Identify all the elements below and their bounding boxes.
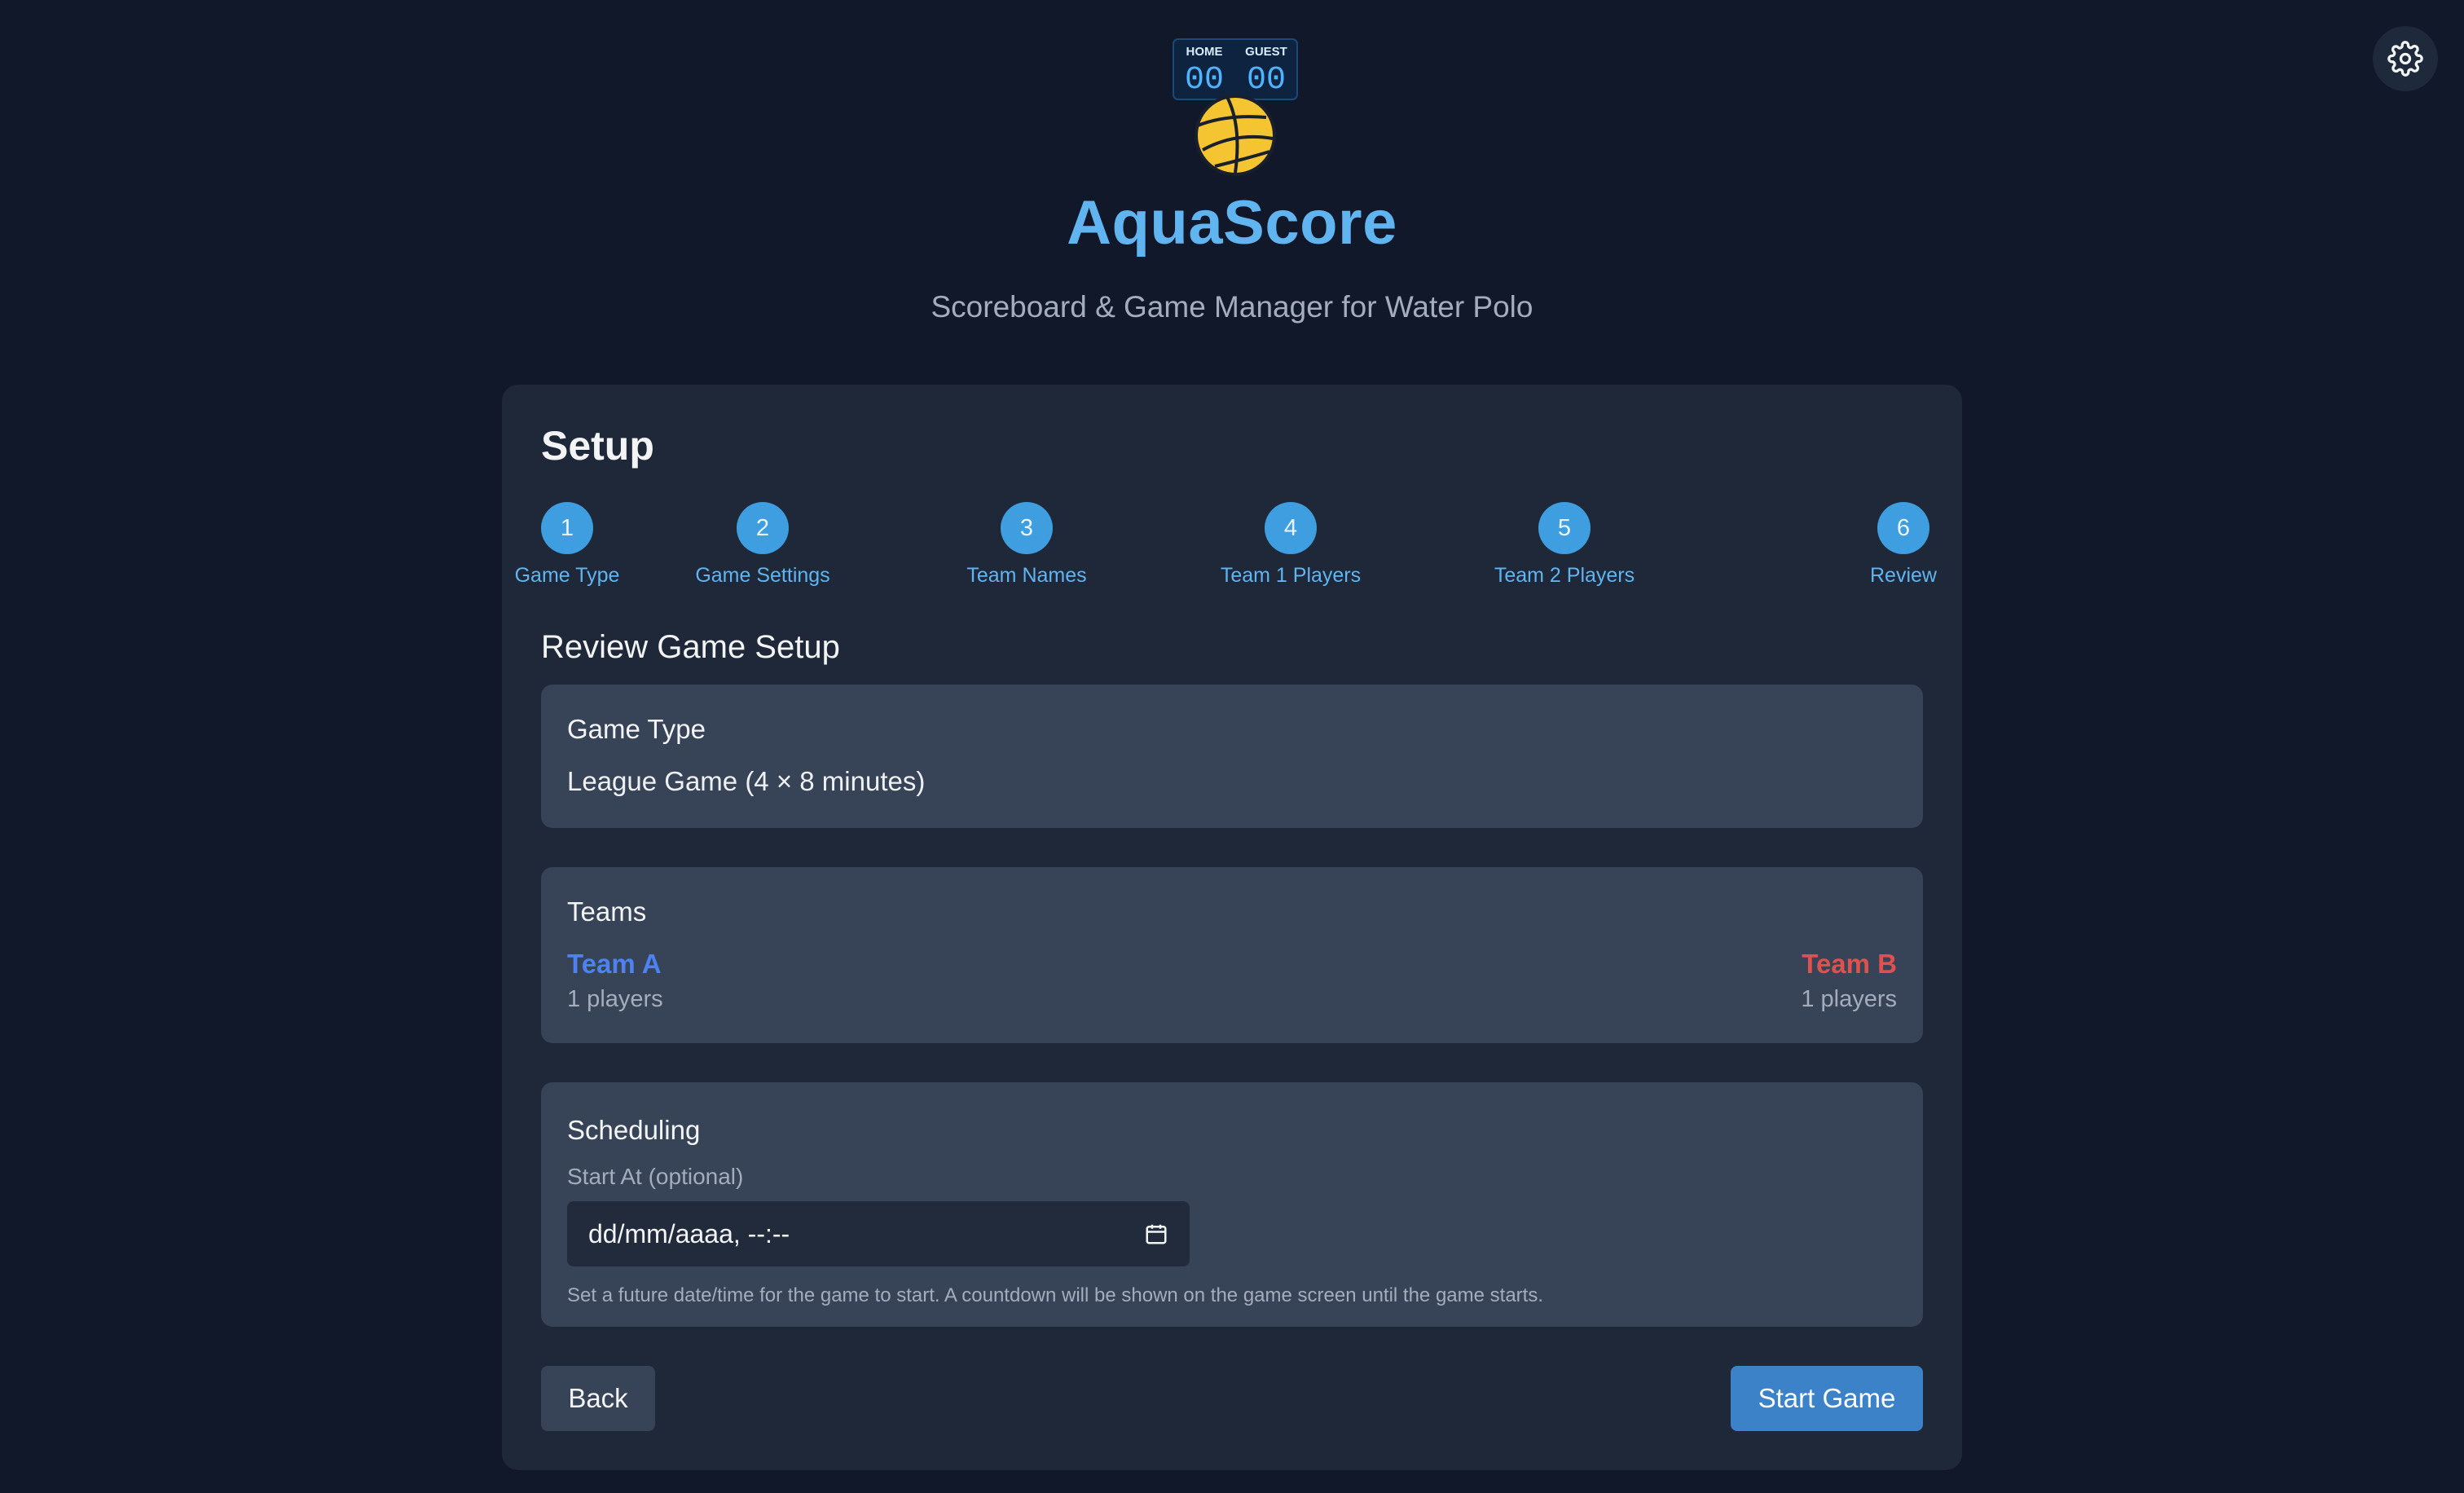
step-number: 3 bbox=[1001, 502, 1053, 554]
start-at-value: dd/mm/aaaa, --:-- bbox=[588, 1218, 790, 1249]
step-label: Team Names bbox=[966, 564, 1087, 587]
scheduling-hint: Set a future date/time for the game to s… bbox=[567, 1284, 1543, 1306]
game-type-value: League Game (4 × 8 minutes) bbox=[567, 766, 926, 796]
step-number: 6 bbox=[1877, 502, 1929, 554]
team-b-player-count: 1 players bbox=[1801, 986, 1897, 1012]
app-logo: HOME GUEST 00 00 bbox=[1173, 38, 1298, 176]
step-game-type[interactable]: 1 Game Type bbox=[502, 502, 632, 588]
scoreboard-home-label: HOME bbox=[1186, 45, 1223, 59]
scoreboard-home-score: 00 bbox=[1185, 62, 1224, 99]
step-label: Team 2 Players bbox=[1494, 564, 1635, 587]
gear-icon bbox=[2387, 41, 2423, 77]
step-game-settings[interactable]: 2 Game Settings bbox=[695, 502, 830, 588]
team-a-player-count: 1 players bbox=[567, 986, 663, 1012]
calendar-icon[interactable] bbox=[1144, 1222, 1168, 1246]
step-review[interactable]: 6 Review bbox=[1855, 502, 1952, 588]
scoreboard-guest-score: 00 bbox=[1247, 62, 1286, 99]
scheduling-heading: Scheduling bbox=[567, 1115, 701, 1145]
team-a-name: Team A bbox=[567, 949, 662, 979]
game-type-panel: Game Type League Game (4 × 8 minutes) bbox=[541, 685, 1923, 828]
settings-button[interactable] bbox=[2373, 26, 2438, 91]
step-number: 2 bbox=[737, 502, 789, 554]
step-team-2-players[interactable]: 5 Team 2 Players bbox=[1483, 502, 1646, 588]
step-label: Game Settings bbox=[695, 564, 830, 587]
app-page: HOME GUEST 00 00 AquaScore Scoreboard & … bbox=[0, 0, 2464, 1493]
start-at-label: Start At (optional) bbox=[567, 1164, 744, 1189]
step-label: Game Type bbox=[514, 564, 620, 587]
setup-card: Setup 1 Game Type 2 Game Settings 3 Team… bbox=[502, 385, 1962, 1470]
team-b-name: Team B bbox=[1802, 949, 1897, 979]
start-game-button[interactable]: Start Game bbox=[1731, 1366, 1923, 1431]
step-team-1-players[interactable]: 4 Team 1 Players bbox=[1209, 502, 1372, 588]
scheduling-panel: Scheduling Start At (optional) dd/mm/aaa… bbox=[541, 1082, 1923, 1327]
water-polo-ball-icon bbox=[1195, 95, 1276, 176]
step-label: Review bbox=[1870, 564, 1937, 587]
step-number: 5 bbox=[1538, 502, 1591, 554]
setup-title: Setup bbox=[541, 423, 654, 469]
scoreboard-guest-label: GUEST bbox=[1245, 45, 1287, 59]
back-button[interactable]: Back bbox=[541, 1366, 655, 1431]
step-team-names[interactable]: 3 Team Names bbox=[961, 502, 1092, 588]
teams-heading: Teams bbox=[567, 896, 647, 927]
step-label: Team 1 Players bbox=[1220, 564, 1362, 587]
app-subtitle: Scoreboard & Game Manager for Water Polo bbox=[931, 290, 1533, 324]
start-at-datetime-input[interactable]: dd/mm/aaaa, --:-- bbox=[567, 1201, 1190, 1266]
teams-panel: Teams Team A 1 players Team B 1 players bbox=[541, 867, 1923, 1043]
review-title: Review Game Setup bbox=[541, 629, 840, 665]
step-number: 4 bbox=[1265, 502, 1317, 554]
step-number: 1 bbox=[541, 502, 593, 554]
app-title: AquaScore bbox=[1067, 188, 1397, 258]
game-type-heading: Game Type bbox=[567, 714, 706, 744]
